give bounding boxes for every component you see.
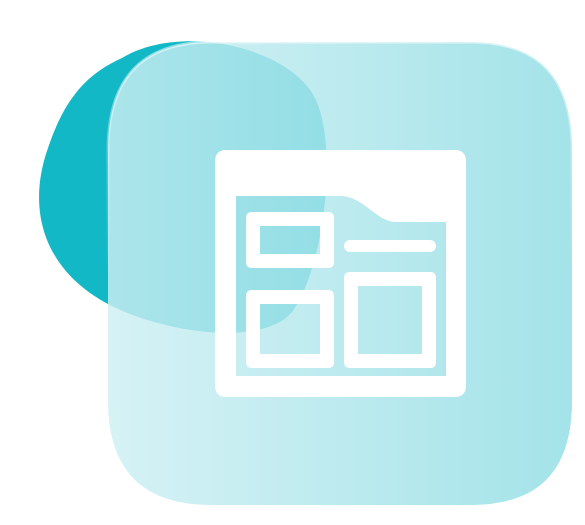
content-line-bar (344, 240, 436, 252)
window-dot-icon (399, 176, 413, 190)
icon-canvas (0, 0, 585, 525)
app-icon-graphic (39, 40, 574, 507)
glass-tile-shape (108, 42, 572, 505)
window-dot-icon (425, 176, 439, 190)
